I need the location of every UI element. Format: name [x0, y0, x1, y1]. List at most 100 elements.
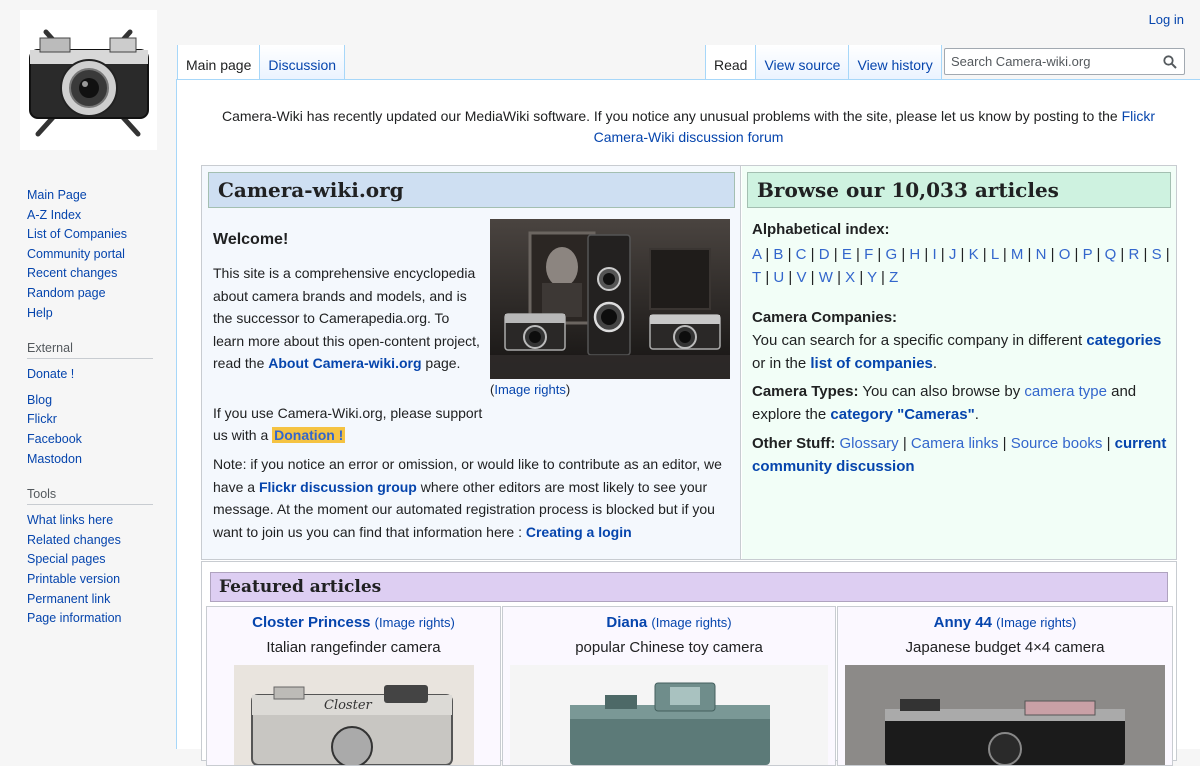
- sidebar-heading-external: External: [27, 341, 153, 360]
- sidebar-item-help[interactable]: Help: [27, 306, 53, 320]
- editor-note: Note: if you notice an error or omission…: [213, 453, 733, 543]
- letter-link-s[interactable]: S: [1152, 246, 1162, 263]
- letter-link-x[interactable]: X: [845, 269, 855, 286]
- alphabetical-index: A | B | C | D | E | F | G | H | I | J | …: [752, 244, 1172, 289]
- letter-separator: |: [783, 246, 796, 263]
- main-content: Camera-Wiki has recently updated our Med…: [176, 79, 1200, 766]
- letter-link-f[interactable]: F: [864, 246, 873, 263]
- sidebar-item-random-page[interactable]: Random page: [27, 286, 106, 300]
- diana-photo[interactable]: [510, 665, 828, 765]
- letter-link-c[interactable]: C: [796, 246, 807, 263]
- sidebar-item-community-portal[interactable]: Community portal: [27, 247, 125, 261]
- sidebar-item-permanent-link[interactable]: Permanent link: [27, 592, 110, 606]
- sidebar: Main Page A-Z Index List of Companies Co…: [0, 180, 176, 647]
- categories-link[interactable]: categories: [1086, 332, 1161, 349]
- letter-separator: |: [1046, 246, 1059, 263]
- anny-44-photo[interactable]: [845, 665, 1165, 765]
- welcome-heading: Welcome!: [213, 231, 289, 248]
- letter-separator: |: [936, 246, 949, 263]
- camera-type-link[interactable]: camera type: [1024, 383, 1107, 400]
- sidebar-item-flickr[interactable]: Flickr: [27, 412, 57, 426]
- about-link[interactable]: About Camera-wiki.org: [268, 355, 421, 371]
- letter-link-r[interactable]: R: [1128, 246, 1139, 263]
- letter-link-w[interactable]: W: [819, 269, 833, 286]
- featured-article-link[interactable]: Anny 44: [934, 614, 992, 631]
- camera-links-link[interactable]: Camera links: [911, 435, 999, 452]
- creating-login-link[interactable]: Creating a login: [526, 524, 632, 540]
- sidebar-item-facebook[interactable]: Facebook: [27, 432, 82, 446]
- sidebar-item-related-changes[interactable]: Related changes: [27, 533, 121, 547]
- featured-article-link[interactable]: Diana: [606, 614, 647, 631]
- letter-link-l[interactable]: L: [991, 246, 999, 263]
- letter-link-g[interactable]: G: [885, 246, 897, 263]
- sidebar-item-printable-version[interactable]: Printable version: [27, 572, 120, 586]
- letter-separator: |: [1116, 246, 1129, 263]
- search-icon[interactable]: [1163, 55, 1177, 69]
- letter-link-t[interactable]: T: [752, 269, 761, 286]
- tab-read[interactable]: Read: [705, 45, 756, 80]
- sidebar-item-donate[interactable]: Donate !: [27, 367, 74, 381]
- letter-link-k[interactable]: K: [969, 246, 979, 263]
- types-text-3: .: [974, 406, 979, 423]
- letter-separator: |: [829, 246, 842, 263]
- letter-link-q[interactable]: Q: [1105, 246, 1117, 263]
- sidebar-item-a-z-index[interactable]: A-Z Index: [27, 208, 81, 222]
- letter-link-z[interactable]: Z: [889, 269, 898, 286]
- sidebar-item-recent-changes[interactable]: Recent changes: [27, 266, 117, 280]
- letter-link-a[interactable]: A: [752, 246, 761, 263]
- tab-view-history[interactable]: View history: [848, 45, 942, 80]
- letter-link-p[interactable]: P: [1083, 246, 1093, 263]
- letter-link-d[interactable]: D: [819, 246, 830, 263]
- camera-collection-photo[interactable]: [490, 219, 730, 379]
- category-cameras-link[interactable]: category "Cameras": [830, 406, 974, 423]
- letter-link-o[interactable]: O: [1059, 246, 1071, 263]
- image-rights-link[interactable]: (Image rights): [651, 615, 731, 630]
- site-notice: Camera-Wiki has recently updated our Med…: [217, 106, 1160, 148]
- letter-separator: |: [1092, 246, 1105, 263]
- letter-link-e[interactable]: E: [842, 246, 852, 263]
- closter-princess-photo[interactable]: Closter: [233, 665, 474, 765]
- search-input[interactable]: [945, 49, 1155, 74]
- list-of-companies-link[interactable]: list of companies: [810, 355, 933, 372]
- sidebar-item-list-of-companies[interactable]: List of Companies: [27, 227, 127, 241]
- sidebar-item-mastodon[interactable]: Mastodon: [27, 452, 82, 466]
- letter-separator: |: [1070, 246, 1083, 263]
- separator: |: [998, 435, 1011, 452]
- sidebar-item-what-links-here[interactable]: What links here: [27, 513, 113, 527]
- featured-card-diana: Diana (Image rights) popular Chinese toy…: [502, 606, 836, 766]
- sidebar-heading-tools: Tools: [27, 487, 153, 506]
- image-rights-link[interactable]: (Image rights): [996, 615, 1076, 630]
- glossary-link[interactable]: Glossary: [840, 435, 899, 452]
- tab-discussion[interactable]: Discussion: [259, 45, 346, 80]
- letter-link-v[interactable]: V: [796, 269, 806, 286]
- letter-link-m[interactable]: M: [1011, 246, 1024, 263]
- letter-link-y[interactable]: Y: [867, 269, 877, 286]
- browse-panel-title: Browse our 10,033 articles: [747, 172, 1171, 208]
- letter-separator: |: [876, 268, 890, 286]
- letter-link-u[interactable]: U: [773, 269, 784, 286]
- personal-tools: Log in: [1149, 12, 1184, 27]
- letter-link-n[interactable]: N: [1036, 246, 1047, 263]
- sidebar-item-main-page[interactable]: Main Page: [27, 188, 87, 202]
- site-logo[interactable]: [20, 10, 157, 150]
- image-rights-link[interactable]: Image rights: [494, 382, 566, 397]
- letter-separator: |: [832, 268, 846, 286]
- tab-view-source[interactable]: View source: [755, 45, 849, 80]
- letter-link-h[interactable]: H: [909, 246, 920, 263]
- search-box: [944, 48, 1185, 75]
- sidebar-item-page-information[interactable]: Page information: [27, 611, 122, 625]
- letter-separator: |: [806, 246, 819, 263]
- types-label: Camera Types:: [752, 383, 859, 400]
- tab-main-page[interactable]: Main page: [177, 45, 260, 80]
- source-books-link[interactable]: Source books: [1011, 435, 1103, 452]
- login-link[interactable]: Log in: [1149, 12, 1184, 27]
- donation-link[interactable]: Donation !: [272, 427, 346, 443]
- letter-separator: |: [873, 246, 886, 263]
- sidebar-item-blog[interactable]: Blog: [27, 393, 52, 407]
- flickr-discussion-link[interactable]: Flickr discussion group: [259, 479, 417, 495]
- featured-article-link[interactable]: Closter Princess: [252, 614, 370, 631]
- letter-link-b[interactable]: B: [773, 246, 783, 263]
- image-rights-link[interactable]: (Image rights): [375, 615, 455, 630]
- sidebar-item-special-pages[interactable]: Special pages: [27, 552, 106, 566]
- letter-separator: |: [1139, 246, 1152, 263]
